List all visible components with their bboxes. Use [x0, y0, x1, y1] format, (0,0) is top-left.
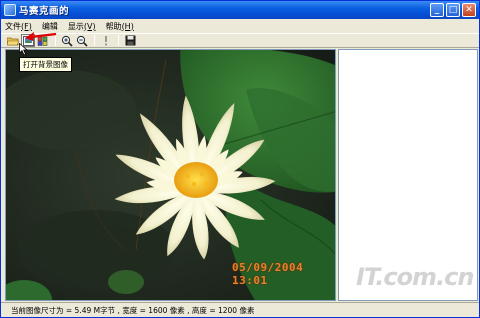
window-controls: _ □ ✕	[430, 3, 476, 17]
menu-view[interactable]: 显示(V)	[68, 21, 96, 32]
maximize-button[interactable]: □	[446, 3, 460, 17]
open-folder-icon	[7, 37, 19, 45]
toolbar-separator	[118, 35, 119, 46]
zoom-in-icon	[61, 35, 73, 47]
minimize-button[interactable]: _	[430, 3, 444, 17]
image-canvas[interactable]: 05/09/2004 13:01	[5, 49, 336, 301]
title-bar[interactable]: 马赛克画的 _ □ ✕	[1, 1, 479, 19]
red-arrow-annotation	[25, 32, 57, 41]
open-folder-button[interactable]	[6, 34, 20, 47]
tooltip: 打开背景图像	[19, 57, 72, 72]
toolbar-separator	[94, 35, 95, 46]
app-icon	[4, 4, 16, 16]
menu-help-label: 帮助	[105, 21, 122, 31]
menu-file-label: 文件	[5, 21, 21, 31]
menu-bar: 文件(F) 编辑 显示(V) 帮助(H)	[1, 19, 479, 33]
close-button[interactable]: ✕	[462, 3, 476, 17]
save-icon	[125, 35, 135, 46]
window-title: 马赛克画的	[19, 6, 70, 17]
zoom-in-button[interactable]	[60, 34, 74, 47]
info-icon	[105, 36, 107, 46]
menu-help[interactable]: 帮助(H)	[106, 21, 134, 32]
menu-help-key: (H)	[121, 21, 134, 31]
zoom-out-button[interactable]	[75, 34, 89, 47]
info-button[interactable]	[99, 34, 113, 47]
toolbar	[1, 33, 479, 48]
status-text: 当前图像尺寸为 = 5.49 M字节 , 宽度 = 1600 像素 , 高度 =…	[11, 305, 255, 315]
menu-view-label: 显示	[67, 21, 84, 31]
menu-view-key: (V)	[83, 21, 96, 31]
site-watermark: IT.com.cn	[356, 263, 474, 291]
app-window: 马赛克画的 _ □ ✕ 文件(F) 编辑 显示(V) 帮助(H) 05/09/2…	[0, 0, 480, 318]
status-bar: 当前图像尺寸为 = 5.49 M字节 , 宽度 = 1600 像素 , 高度 =…	[1, 302, 479, 317]
zoom-out-icon	[76, 35, 88, 47]
photo-date-stamp: 05/09/2004 13:01	[232, 261, 304, 287]
mouse-cursor-icon	[19, 43, 28, 56]
save-button[interactable]	[123, 34, 137, 47]
